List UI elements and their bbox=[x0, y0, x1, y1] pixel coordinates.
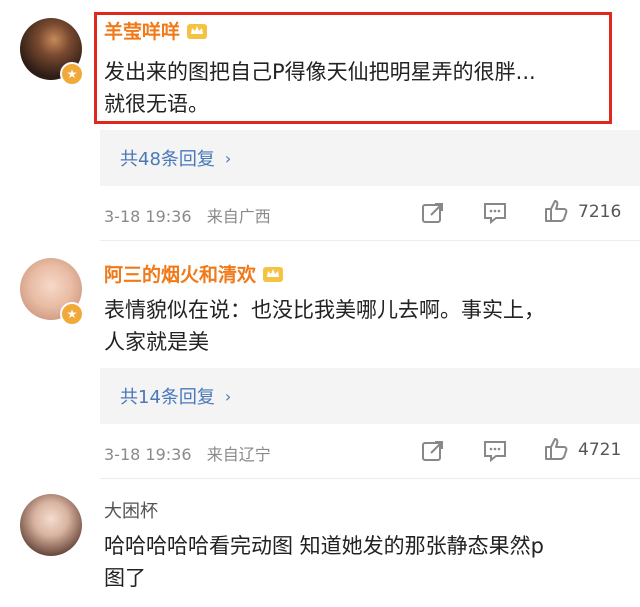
share-icon[interactable] bbox=[420, 200, 446, 226]
like-count: 7216 bbox=[578, 202, 622, 222]
comment-location: 来自辽宁 bbox=[206, 445, 271, 464]
comment-line: 表情貌似在说：也没比我美哪儿去啊。事实上， bbox=[104, 298, 545, 322]
vip-badge-icon: ★ bbox=[60, 302, 84, 326]
username[interactable]: 阿三的烟火和清欢 bbox=[104, 260, 284, 287]
chevron-right-icon: › bbox=[224, 148, 232, 168]
vip-badge-icon: ★ bbox=[60, 62, 84, 86]
comment-icon[interactable] bbox=[482, 200, 508, 226]
comment-line: 人家就是美 bbox=[104, 330, 209, 354]
divider bbox=[100, 240, 640, 241]
replies-label: 共48条回复 bbox=[120, 149, 215, 170]
comment-text: 哈哈哈哈哈看完动图 知道她发的那张静态果然p 图了 bbox=[104, 530, 544, 594]
comment-meta: 3-18 19:36 来自广西 bbox=[104, 203, 271, 227]
crown-icon bbox=[187, 23, 208, 39]
username[interactable]: 大困杯 bbox=[104, 497, 158, 523]
username-text[interactable]: 羊莹咩咩 bbox=[104, 17, 180, 44]
chevron-right-icon: › bbox=[224, 386, 232, 406]
replies-button[interactable]: 共48条回复 › bbox=[100, 130, 640, 186]
comment-line: 哈哈哈哈哈看完动图 知道她发的那张静态果然p bbox=[104, 534, 545, 558]
comment-line: 图了 bbox=[104, 566, 146, 590]
like-icon[interactable] bbox=[543, 198, 569, 224]
username-text[interactable]: 阿三的烟火和清欢 bbox=[104, 260, 256, 287]
avatar[interactable] bbox=[20, 494, 82, 556]
comment-icon[interactable] bbox=[482, 438, 508, 464]
comment-location: 来自广西 bbox=[206, 207, 271, 226]
divider bbox=[100, 478, 640, 479]
share-icon[interactable] bbox=[420, 438, 446, 464]
replies-label: 共14条回复 bbox=[120, 387, 215, 408]
username[interactable]: 羊莹咩咩 bbox=[104, 17, 208, 44]
like-count: 4721 bbox=[578, 440, 622, 460]
comment-text: 表情貌似在说：也没比我美哪儿去啊。事实上， 人家就是美 bbox=[104, 294, 545, 358]
comment-date: 3-18 19:36 bbox=[104, 445, 192, 464]
comment-date: 3-18 19:36 bbox=[104, 207, 192, 226]
like-icon[interactable] bbox=[543, 436, 569, 462]
comment-text: 发出来的图把自己P得像天仙把明星弄的很胖... 就很无语。 bbox=[104, 56, 536, 120]
replies-button[interactable]: 共14条回复 › bbox=[100, 368, 640, 424]
crown-icon bbox=[263, 266, 284, 282]
comment-line: 就很无语。 bbox=[104, 92, 209, 116]
username-text[interactable]: 大困杯 bbox=[104, 497, 158, 523]
comment-meta: 3-18 19:36 来自辽宁 bbox=[104, 441, 271, 465]
comment-line: 发出来的图把自己P得像天仙把明星弄的很胖... bbox=[104, 60, 536, 84]
